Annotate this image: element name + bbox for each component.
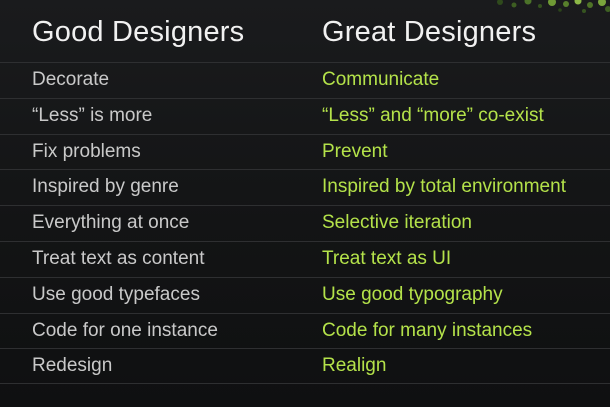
good-cell: Inspired by genre — [32, 176, 179, 198]
good-cell: Decorate — [32, 69, 110, 90]
good-cell: “Less” is more — [32, 104, 153, 126]
good-cell: Everything at once — [32, 212, 190, 234]
table-row: Everything at once Selective iteration — [0, 205, 610, 241]
table-row: “Less” is more “Less” and “more” co-exis… — [0, 97, 610, 134]
good-cell: Code for one instance — [32, 319, 218, 341]
table-row: Use good typefaces Use good typography — [0, 276, 610, 313]
column-heading-good: Good Designers — [32, 16, 245, 48]
good-cell: Redesign — [32, 355, 113, 377]
great-cell: Realign — [322, 355, 387, 377]
great-cell: Prevent — [322, 140, 388, 162]
great-cell: Treat text as UI — [322, 247, 452, 269]
great-cell: Selective iteration — [322, 212, 472, 234]
good-cell: Use good typefaces — [32, 283, 200, 305]
slide: Good Designers Great Designers Decorate … — [0, 0, 610, 407]
good-cell: Treat text as content — [32, 247, 205, 269]
great-cell: Inspired by total environment — [322, 176, 566, 198]
table-row: Inspired by genre Inspired by total envi… — [0, 169, 610, 205]
great-cell: Code for many instances — [322, 319, 533, 341]
great-cell: Communicate — [322, 69, 440, 90]
great-cell: Use good typography — [322, 283, 503, 305]
table-row: Decorate Communicate — [0, 62, 610, 98]
table-row: Redesign Realign — [0, 348, 610, 385]
table-row: Fix problems Prevent — [0, 133, 610, 170]
table-header: Good Designers Great Designers — [0, 12, 610, 52]
table-row: Code for one instance Code for many inst… — [0, 312, 610, 349]
column-heading-great: Great Designers — [322, 16, 537, 48]
comparison-table: Decorate Communicate “Less” is more “Les… — [0, 62, 610, 385]
table-row: Treat text as content Treat text as UI — [0, 240, 610, 277]
good-cell: Fix problems — [32, 140, 141, 162]
great-cell: “Less” and “more” co-exist — [322, 104, 544, 126]
